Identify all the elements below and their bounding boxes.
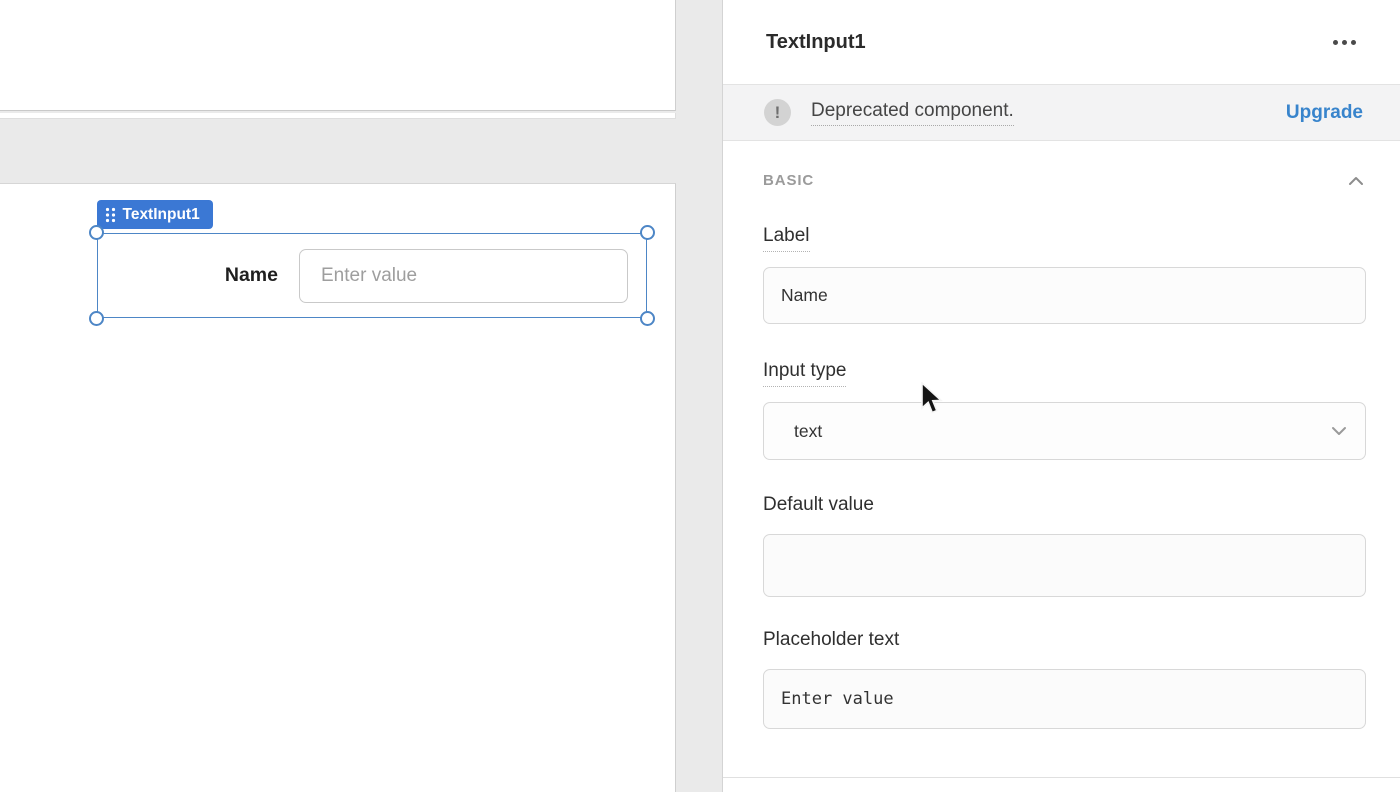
canvas-frame-main: TextInput1 Name [0, 183, 676, 792]
placeholder-text-content: Enter value [781, 689, 894, 709]
drag-dots-icon [105, 207, 116, 223]
section-divider [723, 777, 1400, 778]
default-value-code-input[interactable] [763, 534, 1366, 597]
exclamation-circle-icon: ! [764, 99, 791, 126]
label-field-label: Label [763, 225, 1366, 252]
textinput-field[interactable] [299, 249, 628, 303]
placeholder-text-code-input[interactable]: Enter value [763, 669, 1366, 729]
placeholder-text-field-label: Placeholder text [763, 629, 1366, 651]
input-type-selected-value: text [794, 421, 1331, 442]
deprecated-message: Deprecated component. [811, 100, 1014, 126]
component-badge[interactable]: TextInput1 [97, 200, 213, 229]
textinput-label: Name [98, 264, 278, 287]
textinput-component: Name [98, 234, 646, 317]
canvas-frame-strip [0, 113, 676, 119]
label-field-input[interactable] [763, 267, 1366, 324]
chevron-up-icon[interactable] [1346, 174, 1366, 188]
basic-section-title: BASIC [763, 172, 814, 189]
inspector-title: TextInput1 [766, 31, 866, 54]
component-badge-label: TextInput1 [123, 206, 200, 224]
selected-component-textinput1[interactable]: TextInput1 Name [97, 233, 647, 318]
input-type-select[interactable]: text [763, 402, 1366, 460]
upgrade-link[interactable]: Upgrade [1286, 102, 1363, 124]
default-value-field-label: Default value [763, 494, 1366, 516]
deprecated-banner: ! Deprecated component. Upgrade [723, 84, 1400, 141]
ellipsis-menu-icon[interactable] [1331, 34, 1358, 51]
inspector-panel: TextInput1 ! Deprecated component. Upgra… [722, 0, 1400, 792]
input-type-field-label: Input type [763, 360, 1366, 387]
canvas-frame-top [0, 0, 676, 111]
basic-section-header[interactable]: BASIC [763, 172, 1366, 189]
inspector-header: TextInput1 [723, 0, 1400, 84]
editor-canvas[interactable]: TextInput1 Name [0, 0, 722, 792]
chevron-down-icon [1331, 426, 1347, 436]
